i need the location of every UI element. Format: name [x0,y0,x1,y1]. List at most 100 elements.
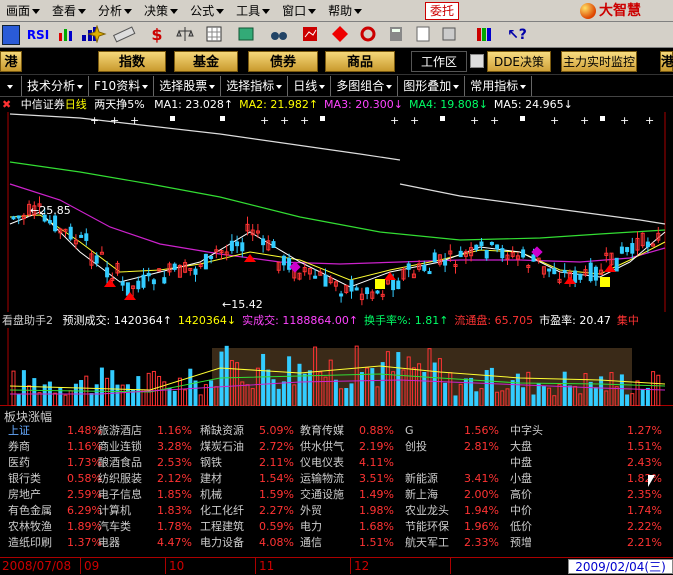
sector-cell[interactable]: 上证 1.48% [8,423,103,439]
sector-change: 1.49% [359,488,394,501]
sector-cell[interactable]: 煤炭石油 2.72% [200,439,295,455]
nav-button-bond[interactable]: 债券 [248,51,318,72]
menu-item[interactable]: 帮助 [322,0,368,22]
sector-cell[interactable]: 旅游酒店 1.16% [98,423,193,439]
tab-function[interactable]: 日线 [288,76,332,96]
sector-cell[interactable]: 券商 1.16% [8,439,103,455]
sector-cell[interactable]: 汽车类 1.78% [98,519,193,535]
menu-item[interactable]: 公式 [184,0,230,22]
sector-cell[interactable]: 农林牧渔 1.89% [8,519,103,535]
sector-cell[interactable]: 新能源 3.41% [405,471,500,487]
sector-cell[interactable]: 商业连锁 3.28% [98,439,193,455]
volume-panel[interactable]: 看盘助手2 预测成交: 1420364↑ 1420364↓ 实成交: 1188864… [0,313,673,406]
sector-change: 2.11% [259,456,294,469]
layout-icon[interactable] [440,25,458,45]
sector-cell[interactable]: 纺织服装 2.12% [98,471,193,487]
sector-cell[interactable]: 电器 4.47% [98,535,193,551]
sector-cell[interactable]: 电力设备 4.08% [200,535,295,551]
trade-button[interactable]: 委托 [425,2,459,20]
sector-cell[interactable]: 电力 1.68% [300,519,395,535]
menu-item[interactable]: 画面 [0,0,46,22]
nav-button-index[interactable]: 指数 [98,51,166,72]
sector-cell[interactable]: 中盘 2.43% [510,455,662,471]
sector-cell[interactable]: 预增 2.21% [510,535,662,551]
sector-cell[interactable]: 银行类 0.58% [8,471,103,487]
sector-cell[interactable]: 有色金属 6.29% [8,503,103,519]
rsi-button[interactable]: RSI [24,25,52,45]
sector-cell[interactable]: 低价 2.22% [510,519,662,535]
tab-function[interactable]: 技术分析 [22,76,90,96]
sector-cell[interactable]: 运输物流 3.51% [300,471,395,487]
grid-view-icon[interactable] [204,25,224,45]
grid-icon[interactable] [2,25,20,45]
nav-button-commodity[interactable]: 商品 [325,51,395,72]
sector-cell[interactable]: 高价 2.35% [510,487,662,503]
menu-item[interactable]: 决策 [138,0,184,22]
ruler-icon[interactable] [112,25,136,45]
sector-cell[interactable]: 供水供气 2.19% [300,439,395,455]
tab-left-arrow[interactable] [0,76,22,96]
kline-chart[interactable]: ✖ 中信证券日线 两天挣5% MA1: 23.028↑ MA2: 21.982↑ M… [0,97,673,312]
tab-function[interactable]: 选择股票 [154,76,222,96]
nav-button-fund[interactable]: 基金 [174,51,238,72]
tab-function[interactable]: 常用指标 [465,76,533,96]
scale-icon[interactable] [174,25,196,45]
close-chart-icon[interactable]: ✖ [2,98,11,111]
sector-cell[interactable]: 钢铁 2.11% [200,455,295,471]
bar-chart-icon[interactable] [56,25,76,45]
realtime-monitor-button[interactable]: 主力实时监控 [561,51,637,72]
alert-icon[interactable] [330,25,350,45]
sector-cell[interactable]: G 1.56% [405,423,500,439]
tab-function[interactable]: F10资料 [89,76,155,96]
sector-cell[interactable]: 外贸 1.98% [300,503,395,519]
sector-cell[interactable]: 大盘 1.51% [510,439,662,455]
notepad-icon[interactable] [414,25,432,45]
sector-cell[interactable]: 小盘 1.82% [510,471,662,487]
dde-button[interactable]: DDE决策 [487,51,551,72]
chart-window-icon[interactable] [300,25,320,45]
sector-cell[interactable]: 创投 2.81% [405,439,500,455]
sector-name: 煤炭石油 [200,440,244,453]
sector-cell[interactable]: 房地产 2.59% [8,487,103,503]
help-pointer-icon[interactable]: ↖? [506,25,528,45]
refresh-icon[interactable] [358,25,378,45]
nav-button-hk-right[interactable]: 港 [660,51,673,72]
sector-cell[interactable]: 中价 1.74% [510,503,662,519]
sector-cell[interactable]: 节能环保 1.96% [405,519,500,535]
tab-function[interactable]: 图形叠加 [398,76,466,96]
workzone-button[interactable]: 工作区 [411,51,467,72]
calculator-icon[interactable] [386,25,406,45]
sector-cell[interactable]: 通信 1.51% [300,535,395,551]
sector-cell[interactable]: 工程建筑 0.59% [200,519,295,535]
sector-cell[interactable]: 中字头 1.27% [510,423,662,439]
sector-cell[interactable]: 医药 1.73% [8,455,103,471]
menu-item[interactable]: 查看 [46,0,92,22]
sector-cell[interactable]: 计算机 1.83% [98,503,193,519]
tab-function[interactable]: 多图组合 [331,76,399,96]
sector-cell[interactable]: 化工化纤 2.27% [200,503,295,519]
sector-cell[interactable]: 新上海 2.00% [405,487,500,503]
sector-cell[interactable]: 造纸印刷 1.37% [8,535,103,551]
collapse-icon[interactable] [470,54,484,68]
sector-cell[interactable]: 农业龙头 1.94% [405,503,500,519]
date-tick [350,558,351,574]
binoculars-icon[interactable] [268,25,290,45]
sector-cell[interactable]: 教育传媒 0.88% [300,423,395,439]
sector-cell[interactable]: 建材 1.54% [200,471,295,487]
menu-item[interactable]: 分析 [92,0,138,22]
crosshair-icon[interactable] [86,24,108,45]
sector-cell[interactable]: 稀缺资源 5.09% [200,423,295,439]
books-icon[interactable] [474,25,494,45]
sector-cell[interactable]: 交通设施 1.49% [300,487,395,503]
nav-button-hk[interactable]: 港股 [0,51,22,91]
sector-cell[interactable]: 机械 1.59% [200,487,295,503]
menu-item[interactable]: 窗口 [276,0,322,22]
book-icon[interactable] [236,25,256,45]
sector-cell[interactable]: 仪电仪表 4.11% [300,455,395,471]
sector-cell[interactable]: 电子信息 1.85% [98,487,193,503]
dollar-icon[interactable]: $ [146,25,168,45]
sector-cell[interactable]: 航天军工 2.33% [405,535,500,551]
sector-cell[interactable]: 酿酒食品 2.53% [98,455,193,471]
tab-function[interactable]: 选择指标 [221,76,289,96]
menu-item[interactable]: 工具 [230,0,276,22]
